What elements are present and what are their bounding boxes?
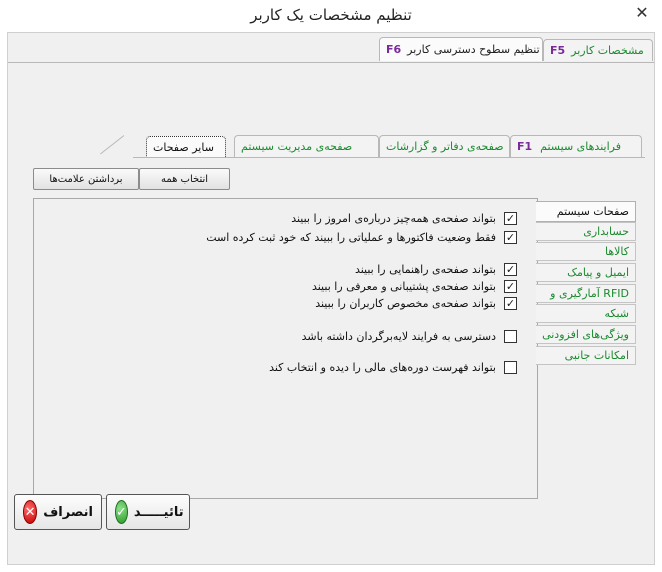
permission-row[interactable]: ✓ بتواند صفحه‌ی راهنمایی را ببیند — [355, 261, 517, 277]
tab-label: مشخصات کاربر — [571, 44, 644, 57]
tab-label: صفحه‌ی مدیریت سیستم — [241, 140, 353, 153]
window-title: تنظیم مشخصات یک کاربر — [250, 6, 412, 24]
confirm-button[interactable]: ✓ تائیـــــد — [106, 494, 190, 530]
checkbox-checked[interactable]: ✓ — [504, 279, 517, 293]
close-icon[interactable]: ✕ — [622, 0, 662, 24]
tab-label: تنظیم سطوح دسترسی کاربر — [407, 43, 540, 56]
tab-label: سایر صفحات — [153, 141, 214, 154]
tab-hotkey: F1 — [517, 140, 533, 153]
checkbox-unchecked[interactable] — [504, 360, 517, 374]
cancel-label: انصراف — [43, 504, 93, 520]
inner-tab-system-management[interactable]: صفحه‌ی مدیریت سیستم — [234, 135, 379, 157]
inner-tab-border — [133, 157, 645, 158]
inner-tab-system-processes[interactable]: F1 فرایندهای سیستم — [510, 135, 642, 157]
checkmark-icon: ✓ — [115, 500, 128, 524]
title-bar: تنظیم مشخصات یک کاربر ✕ — [0, 0, 662, 32]
inner-tab-other-pages[interactable]: سایر صفحات — [146, 136, 226, 158]
permission-label: بتواند فهرست دوره‌های مالی را دیده و انت… — [269, 360, 496, 374]
side-tab-email-sms[interactable]: ایمیل و پیامک — [536, 263, 636, 282]
side-tab-stats-rfid[interactable]: آمارگیری و RFID — [536, 284, 636, 303]
checkbox-checked[interactable]: ✓ — [504, 262, 517, 276]
side-tab-goods[interactable]: کالاها — [536, 242, 636, 261]
permission-label: بتواند صفحه‌ی راهنمایی را ببیند — [354, 262, 496, 276]
side-tab-side-facilities[interactable]: امکانات جانبی — [536, 346, 636, 365]
tab-panel-border — [8, 62, 654, 63]
permission-label: دسترسی به فرایند لایه‌برگردان داشته باشد — [301, 329, 496, 343]
side-tab-extra-features[interactable]: ویژگی‌های افزودنی — [536, 325, 636, 344]
permission-row[interactable]: ✓ بتواند صفحه‌ی پشتیبانی و معرفی را ببین… — [312, 278, 517, 294]
permission-label: فقط وضعیت فاکتورها و عملیاتی را ببیند که… — [206, 230, 496, 244]
checkbox-unchecked[interactable] — [504, 329, 517, 343]
permission-row[interactable]: ✓ بتواند صفحه‌ی همه‌چیز درباره‌ی امروز ر… — [291, 210, 517, 226]
permission-label: بتواند صفحه‌ی همه‌چیز درباره‌ی امروز را … — [291, 211, 496, 225]
tab-access-levels[interactable]: F6 تنظیم سطوح دسترسی کاربر — [379, 37, 543, 61]
permission-label: بتواند صفحه‌ی پشتیبانی و معرفی را ببیند — [311, 279, 496, 293]
permission-row[interactable]: ✓ فقط وضعیت فاکتورها و عملیاتی را ببیند … — [206, 229, 517, 245]
permission-row[interactable]: دسترسی به فرایند لایه‌برگردان داشته باشد — [302, 328, 517, 344]
select-all-button[interactable]: انتخاب همه — [139, 168, 230, 190]
permission-label: بتواند صفحه‌ی مخصوص کاربران را ببیند — [315, 296, 496, 310]
checkbox-checked[interactable]: ✓ — [504, 230, 517, 244]
inner-tab-ledgers-reports[interactable]: صفحه‌ی دفاتر و گزارشات — [379, 135, 510, 157]
checkbox-checked[interactable]: ✓ — [504, 211, 517, 225]
side-tab-accounting[interactable]: حسابداری — [536, 222, 636, 241]
permissions-panel: ✓ بتواند صفحه‌ی همه‌چیز درباره‌ی امروز ر… — [33, 198, 538, 499]
side-tab-system-pages[interactable]: صفحات سیستم — [536, 201, 636, 222]
tab-hotkey: F6 — [386, 43, 402, 56]
cancel-button[interactable]: ✕ انصراف — [14, 494, 102, 530]
side-tab-network[interactable]: شبکه — [536, 304, 636, 323]
permission-row[interactable]: ✓ بتواند صفحه‌ی مخصوص کاربران را ببیند — [315, 295, 517, 311]
tab-slant-line — [100, 135, 125, 155]
clear-marks-button[interactable]: برداشتن علامت‌ها — [33, 168, 139, 190]
tab-hotkey: F5 — [550, 44, 566, 57]
tab-user-profile[interactable]: F5 مشخصات کاربر — [543, 39, 653, 61]
cancel-icon: ✕ — [23, 500, 38, 524]
permission-row[interactable]: بتواند فهرست دوره‌های مالی را دیده و انت… — [269, 359, 517, 375]
tab-label: فرایندهای سیستم — [540, 140, 621, 153]
checkbox-checked[interactable]: ✓ — [504, 296, 517, 310]
confirm-label: تائیـــــد — [133, 504, 184, 520]
tab-label: صفحه‌ی دفاتر و گزارشات — [386, 140, 504, 153]
dialog-body: F5 مشخصات کاربر F6 تنظیم سطوح دسترسی کار… — [7, 32, 655, 565]
